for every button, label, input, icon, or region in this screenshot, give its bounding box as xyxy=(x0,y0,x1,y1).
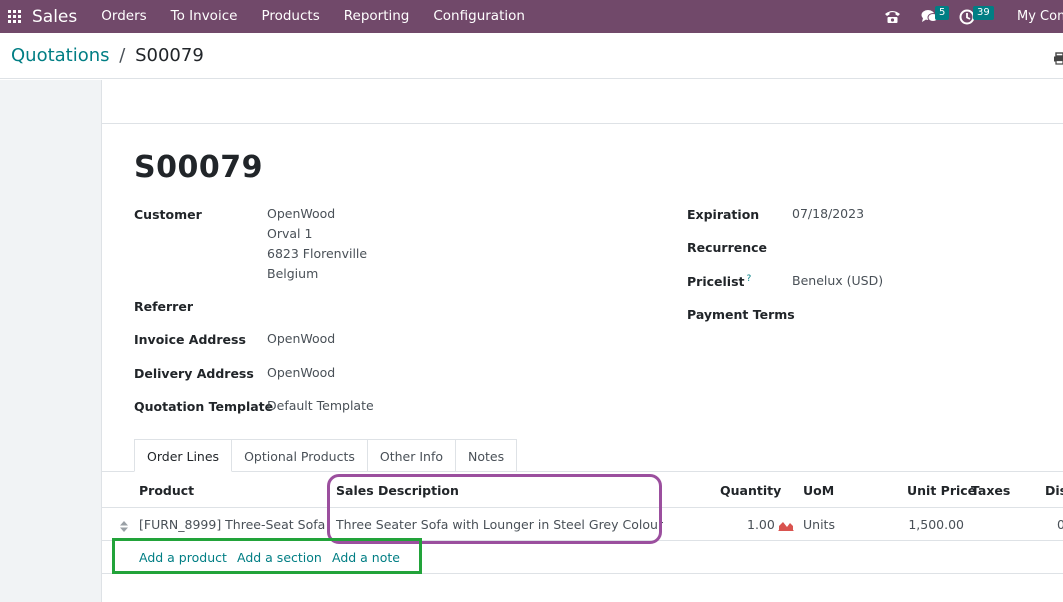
column-header-discount[interactable]: Disc xyxy=(1045,483,1063,498)
expiration-label: Expiration xyxy=(687,207,760,222)
recurrence-field[interactable] xyxy=(792,237,992,257)
tab-optional-products[interactable]: Optional Products xyxy=(232,439,368,472)
invoice-address-label: Invoice Address xyxy=(134,332,246,347)
app-switcher-icon[interactable] xyxy=(0,0,28,33)
top-navbar: Sales Orders To Invoice Products Reporti… xyxy=(0,0,1063,33)
app-brand[interactable]: Sales xyxy=(32,7,77,27)
sales-description-highlight xyxy=(327,474,662,544)
forecast-chart-icon[interactable] xyxy=(778,519,794,534)
print-icon[interactable] xyxy=(1054,50,1063,69)
company-switcher[interactable]: My Com xyxy=(1017,9,1063,24)
customer-city: 6823 Florenville xyxy=(267,246,368,261)
referrer-field[interactable] xyxy=(267,296,507,316)
tab-order-lines[interactable]: Order Lines xyxy=(134,439,233,472)
notebook-tabs: Order Lines Optional Products Other Info… xyxy=(134,439,518,472)
pricelist-label: Pricelist? xyxy=(687,274,751,289)
breadcrumb: Quotations / S00079 xyxy=(11,45,204,66)
cell-quantity[interactable]: 1.00 xyxy=(747,517,775,532)
pricelist-help-icon[interactable]: ? xyxy=(746,274,751,284)
control-panel: Quotations / S00079 xyxy=(0,33,1063,79)
cell-discount[interactable]: 0 xyxy=(1057,517,1063,532)
menu-to-invoice[interactable]: To Invoice xyxy=(159,0,250,33)
activities-clock-icon[interactable]: 39 xyxy=(959,5,994,25)
payment-terms-field[interactable] xyxy=(792,304,992,324)
phone-icon[interactable] xyxy=(884,9,901,24)
cell-unit-price[interactable]: 1,500.00 xyxy=(902,517,964,532)
recurrence-label: Recurrence xyxy=(687,240,768,255)
customer-name: OpenWood xyxy=(267,206,336,221)
quotation-template-field[interactable]: Default Template xyxy=(267,396,374,416)
drag-handle-icon[interactable] xyxy=(119,518,129,537)
customer-street: Orval 1 xyxy=(267,226,313,241)
form-sheet: S00079 Customer OpenWood Orval 1 6823 Fl… xyxy=(101,80,1063,602)
column-header-taxes[interactable]: Taxes xyxy=(971,483,1010,498)
add-links-highlight xyxy=(112,538,422,574)
breadcrumb-quotations-link[interactable]: Quotations xyxy=(11,45,110,66)
menu-products[interactable]: Products xyxy=(249,0,331,33)
breadcrumb-separator: / xyxy=(119,45,126,66)
delivery-address-label: Delivery Address xyxy=(134,366,254,381)
payment-terms-label: Payment Terms xyxy=(687,307,795,322)
customer-field[interactable]: OpenWood Orval 1 6823 Florenville Belgiu… xyxy=(267,204,367,284)
pricelist-field[interactable]: Benelux (USD) xyxy=(792,271,883,291)
menu-orders[interactable]: Orders xyxy=(89,0,158,33)
messages-count-badge: 5 xyxy=(935,6,950,20)
cell-uom[interactable]: Units xyxy=(803,517,835,532)
referrer-label: Referrer xyxy=(134,299,193,314)
customer-label: Customer xyxy=(134,207,202,222)
activities-count-badge: 39 xyxy=(973,5,994,20)
customer-country: Belgium xyxy=(267,266,319,281)
tab-notes[interactable]: Notes xyxy=(456,439,518,472)
tab-other-info[interactable]: Other Info xyxy=(367,439,456,472)
delivery-address-field[interactable]: OpenWood xyxy=(267,363,335,383)
quotation-template-label: Quotation Template xyxy=(134,399,274,414)
pricelist-label-text: Pricelist xyxy=(687,274,745,290)
breadcrumb-current: S00079 xyxy=(135,45,204,66)
left-gutter xyxy=(0,80,101,602)
main-menu: Orders To Invoice Products Reporting Con… xyxy=(89,0,537,33)
menu-reporting[interactable]: Reporting xyxy=(332,0,422,33)
cell-product[interactable]: [FURN_8999] Three-Seat Sofa xyxy=(139,517,325,532)
column-header-quantity[interactable]: Quantity xyxy=(720,483,781,498)
column-header-product[interactable]: Product xyxy=(139,483,194,498)
form-status-bar xyxy=(102,80,1063,124)
column-header-uom[interactable]: UoM xyxy=(803,483,834,498)
messages-icon[interactable]: 5 xyxy=(921,6,950,24)
systray: 5 39 My Com xyxy=(864,0,1063,33)
column-header-unit-price[interactable]: Unit Price xyxy=(907,483,976,498)
expiration-field[interactable]: 07/18/2023 xyxy=(792,204,864,224)
record-title: S00079 xyxy=(134,150,263,185)
invoice-address-field[interactable]: OpenWood xyxy=(267,329,335,349)
menu-configuration[interactable]: Configuration xyxy=(421,0,537,33)
